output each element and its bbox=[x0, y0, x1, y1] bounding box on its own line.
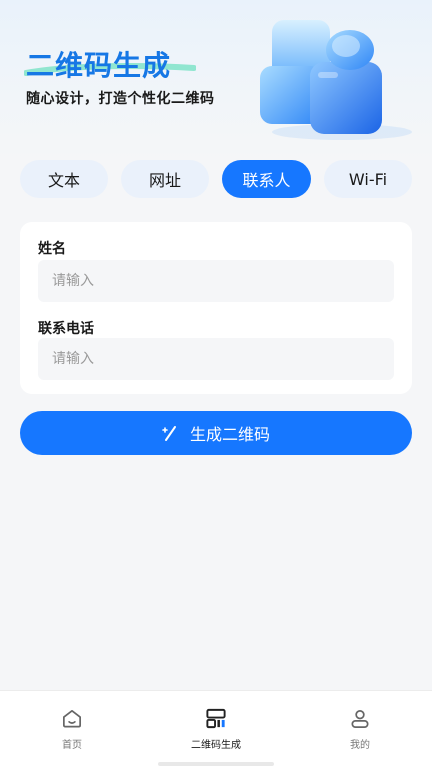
generate-qrcode-button[interactable]: 生成二维码 bbox=[20, 411, 412, 455]
magic-wand-icon bbox=[162, 426, 176, 441]
contact-form-card: 姓名 联系电话 bbox=[20, 222, 412, 394]
qrcode-generate-icon bbox=[206, 708, 226, 729]
nav-profile[interactable]: 我的 bbox=[288, 707, 432, 751]
tab-wifi[interactable]: Wi-Fi bbox=[324, 160, 412, 198]
type-tabs: 文本 网址 联系人 Wi-Fi bbox=[0, 160, 432, 202]
nav-label: 我的 bbox=[350, 740, 370, 751]
phone-input[interactable] bbox=[38, 338, 394, 380]
tab-label: 联系人 bbox=[242, 171, 291, 190]
tab-contact[interactable]: 联系人 bbox=[222, 160, 311, 198]
tab-label: Wi-Fi bbox=[348, 169, 388, 189]
tab-label: 文本 bbox=[47, 171, 80, 190]
cubes-illustration bbox=[260, 20, 412, 140]
generate-button-label: 生成二维码 bbox=[189, 425, 270, 444]
nav-home[interactable]: 首页 bbox=[0, 707, 144, 751]
tab-url[interactable]: 网址 bbox=[121, 160, 209, 198]
tab-label: 网址 bbox=[148, 171, 181, 190]
nav-qrcode-generate[interactable]: 二维码生成 bbox=[144, 707, 288, 751]
nav-label: 首页 bbox=[62, 740, 82, 751]
user-icon bbox=[351, 709, 369, 728]
tab-text[interactable]: 文本 bbox=[20, 160, 108, 198]
home-indicator bbox=[158, 762, 274, 766]
name-input[interactable] bbox=[38, 260, 394, 302]
hero-banner: 二维码生成 随心设计，打造个性化二维码 bbox=[0, 0, 432, 160]
bottom-tab-bar: 首页 二维码生成 我的 bbox=[0, 690, 432, 769]
page-title: 二维码生成 bbox=[26, 49, 172, 82]
nav-label: 二维码生成 bbox=[191, 740, 241, 751]
phone-label: 联系电话 bbox=[38, 321, 94, 337]
home-icon bbox=[62, 709, 82, 728]
page-subtitle: 随心设计，打造个性化二维码 bbox=[26, 91, 215, 107]
name-label: 姓名 bbox=[38, 241, 66, 257]
